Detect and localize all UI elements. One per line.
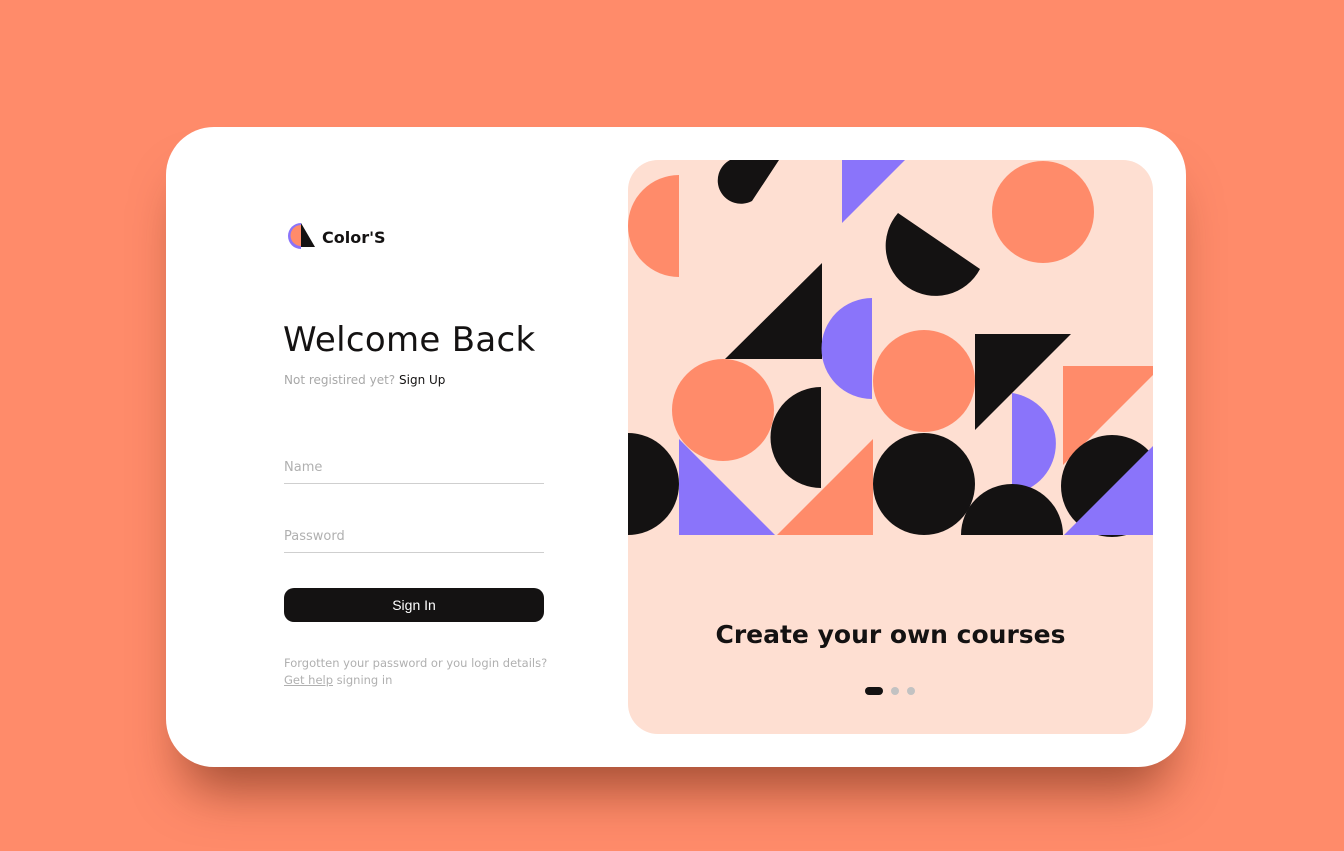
sign-in-button[interactable]: Sign In xyxy=(284,588,544,622)
help-line-2: Get help signing in xyxy=(284,672,547,689)
help-line-2-rest: signing in xyxy=(336,673,393,687)
brand-name: Color'S xyxy=(322,227,386,247)
black-quarter-shape xyxy=(717,160,779,204)
help-line-1: Forgotten your password or you login det… xyxy=(284,656,548,670)
carousel-dot-2[interactable] xyxy=(891,687,899,695)
promo-title: Create your own courses xyxy=(715,620,1066,649)
black-half-circle-middle xyxy=(770,387,821,488)
purple-half-circle xyxy=(821,298,872,399)
black-circle-bottom xyxy=(873,433,975,535)
orange-circle-top xyxy=(992,161,1094,263)
register-prompt: Not registired yet? Sign Up xyxy=(284,373,445,387)
geometric-illustration xyxy=(628,160,1153,537)
carousel-dot-3[interactable] xyxy=(907,687,915,695)
brand-logo[interactable]: Color'S xyxy=(288,221,386,253)
purple-triangle xyxy=(842,160,905,223)
orange-half-circle xyxy=(628,175,679,277)
black-triangle-left xyxy=(725,263,822,359)
not-registered-text: Not registired yet? xyxy=(284,373,396,387)
promo-panel: Create your own courses xyxy=(628,160,1153,734)
black-half-circle-bottom xyxy=(961,484,1063,535)
password-input[interactable] xyxy=(284,529,544,553)
black-tilted-half-circle xyxy=(885,213,980,296)
page-title: Welcome Back xyxy=(283,320,536,360)
name-input[interactable] xyxy=(284,460,544,484)
orange-circle-left xyxy=(672,359,774,461)
carousel-dots xyxy=(865,687,923,695)
black-half-circle-edge xyxy=(628,433,679,535)
sign-up-link[interactable]: Sign Up xyxy=(399,373,445,387)
purple-half-circle-right xyxy=(1012,393,1056,494)
carousel-dot-1[interactable] xyxy=(865,687,883,695)
get-help-link[interactable]: Get help xyxy=(284,673,333,687)
color-logo-icon xyxy=(288,221,316,253)
orange-circle-middle xyxy=(873,330,975,432)
help-text: Forgotten your password or you login det… xyxy=(284,655,547,689)
